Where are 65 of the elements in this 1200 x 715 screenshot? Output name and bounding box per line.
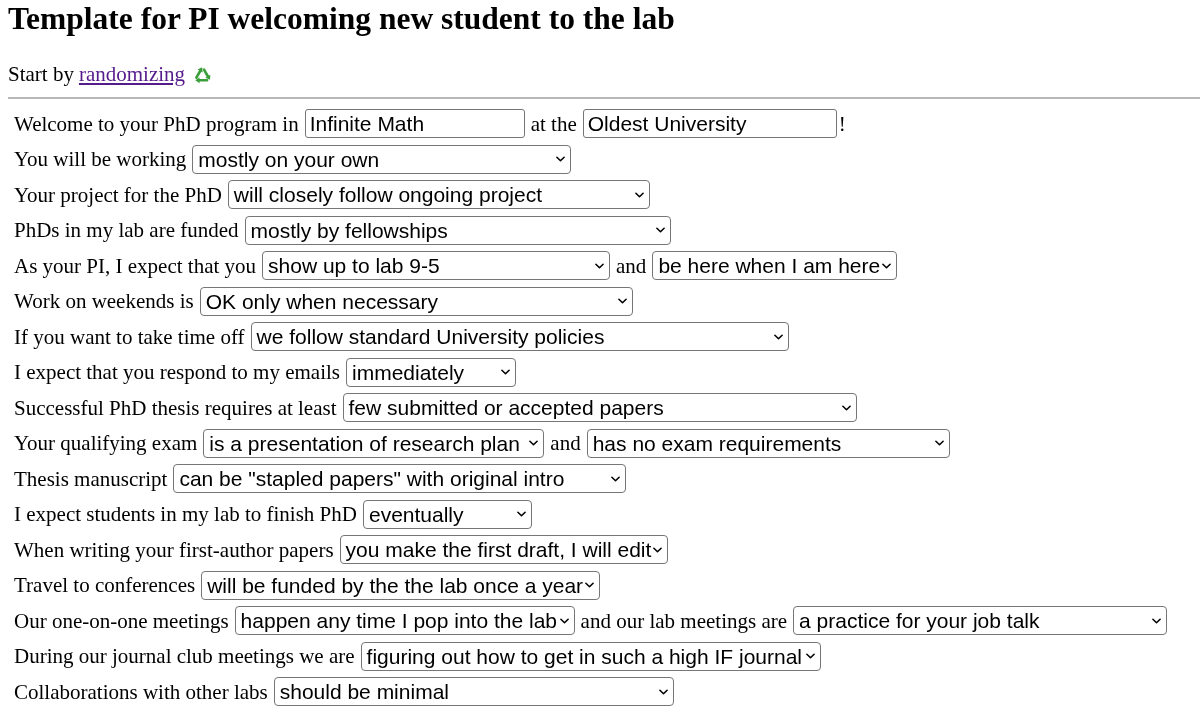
prompt-text: If you want to take time off [14,324,245,349]
prompt-text: Your project for the PhD [14,182,222,207]
chevron-down-icon [773,333,783,340]
prompt-text: As your PI, I expect that you [14,253,257,278]
dropdown[interactable]: should be minimal [273,677,674,706]
prompt-text: Work on weekends is [14,289,194,313]
text-field[interactable]: Oldest University [582,109,837,138]
chevron-down-icon [655,227,665,233]
chevron-down-icon [595,262,605,269]
chevron-down-icon [653,546,663,553]
chevron-down-icon [658,688,668,695]
chevron-down-icon [617,298,627,304]
prompt-text: Collaborations with other labs [14,679,268,704]
chevron-down-icon [805,653,815,659]
prompt-text: and [550,431,581,455]
dropdown[interactable]: will be funded by the the lab once a year [201,570,601,600]
intro-text: Start by randomizing [8,62,186,86]
punctuation-text: ! [838,111,846,136]
chevron-down-icon [501,369,510,375]
chevron-down-icon [934,440,944,446]
dropdown[interactable]: immediately [346,357,516,387]
prompt-text: You will be working [14,147,187,171]
prompt-text: Our one-on-one meetings [14,608,229,633]
chevron-down-icon [1152,617,1162,624]
page-title: Template for PI welcoming new student to the lab [8,1,675,37]
prompt-text: Successful PhD thesis requires at least [14,395,337,420]
dropdown[interactable]: mostly by fellowships [244,215,671,245]
prompt-text: Travel to conferences [14,573,196,597]
prompt-text: PhDs in my lab are funded [14,218,239,242]
chevron-down-icon [559,617,569,624]
dropdown[interactable]: show up to lab 9-5 [262,251,611,280]
dropdown[interactable]: eventually [362,499,532,529]
prompt-text: I expect that you respond to my emails [14,360,340,384]
prompt-text: and [616,253,647,278]
dropdown[interactable]: happen any time I pop into the lab [234,606,575,635]
prompt-text: When writing your first-author papers [14,537,334,562]
dropdown[interactable]: mostly on your own [192,144,572,174]
dropdown[interactable]: be here when I am here [652,251,898,280]
dropdown[interactable]: few submitted or accepted papers [342,393,857,422]
text-field[interactable]: Infinite Math [304,109,525,138]
dropdown[interactable]: is a presentation of research plan [203,428,545,458]
dropdown[interactable]: you make the first draft, I will edit [339,535,669,564]
prompt-text: During our journal club meetings we are [14,644,355,668]
prompt-text: I expect students in my lab to finish PhD [14,502,357,526]
chevron-down-icon [611,475,621,482]
chevron-down-icon [882,262,892,269]
chevron-down-icon [841,404,851,411]
prompt-text: Welcome to your PhD program in [14,111,299,136]
dropdown[interactable]: a practice for your job talk [793,606,1168,635]
dropdown[interactable]: can be "stapled papers" with original intro [173,464,627,493]
chevron-down-icon [556,156,566,162]
chevron-down-icon [516,511,526,517]
dropdown[interactable]: will closely follow ongoing project [227,180,650,209]
prompt-text: Thesis manuscript [14,466,168,491]
chevron-down-icon [634,191,644,198]
dropdown[interactable]: OK only when necessary [199,286,633,316]
dropdown[interactable]: we follow standard University policies [250,322,789,351]
dropdown[interactable]: has no exam requirements [586,428,950,458]
prompt-text: at the [530,111,577,136]
dropdown[interactable]: figuring out how to get in such a high IF journal [360,641,821,671]
chevron-down-icon [529,440,539,446]
prompt-text: Your qualifying exam [14,431,198,455]
prompt-text: and our lab meetings are [580,608,788,633]
chevron-down-icon [585,582,595,588]
randomize-link[interactable]: randomizing [78,62,186,86]
